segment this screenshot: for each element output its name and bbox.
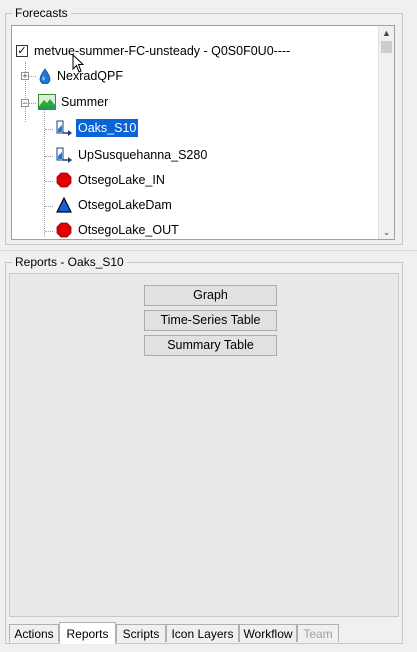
scroll-thumb[interactable] bbox=[381, 41, 392, 53]
droplet-icon bbox=[39, 68, 51, 84]
red-octagon-icon bbox=[56, 222, 72, 238]
forecasts-panel: Forecasts ✓ metvue-summer-FC-unsteady - … bbox=[5, 6, 403, 245]
collapse-icon[interactable]: − bbox=[21, 98, 29, 107]
tree-item-label: OtsegoLake_IN bbox=[78, 173, 165, 187]
tree-item-label: Oaks_S10 bbox=[76, 119, 139, 137]
tree-item-label: OtsegoLakeDam bbox=[78, 198, 172, 212]
reports-panel: Reports - Oaks_S10 Graph Time-Series Tab… bbox=[5, 255, 403, 644]
landscape-icon bbox=[38, 94, 56, 110]
tab-scripts[interactable]: Scripts bbox=[116, 624, 166, 642]
tree-vertical-scrollbar[interactable]: ▲ ⌄ bbox=[378, 26, 394, 239]
flow-gage-icon bbox=[56, 120, 72, 136]
tab-actions[interactable]: Actions bbox=[9, 624, 59, 642]
tree-item-otsegolake-out[interactable]: OtsegoLake_OUT bbox=[56, 221, 181, 239]
red-octagon-icon bbox=[56, 172, 72, 188]
tree-item-otsegolake-in[interactable]: OtsegoLake_IN bbox=[56, 171, 167, 189]
bottom-tab-bar: Actions Reports Scripts Icon Layers Work… bbox=[9, 622, 399, 644]
tree-connector bbox=[44, 107, 45, 237]
blue-triangle-icon bbox=[56, 197, 72, 213]
tree-connector bbox=[45, 231, 53, 232]
tree-connector bbox=[45, 156, 53, 157]
scroll-down-icon[interactable]: ⌄ bbox=[379, 225, 394, 239]
flow-gage-icon bbox=[56, 147, 72, 163]
tree-connector bbox=[45, 181, 53, 182]
forecasts-legend: Forecasts bbox=[12, 6, 71, 20]
tab-reports[interactable]: Reports bbox=[59, 622, 116, 644]
time-series-table-button[interactable]: Time-Series Table bbox=[144, 310, 277, 331]
tree-item-upsusquehanna-s280[interactable]: UpSusquehanna_S280 bbox=[54, 146, 209, 164]
expand-icon[interactable]: + bbox=[21, 71, 29, 80]
panel-divider[interactable] bbox=[0, 250, 417, 251]
checkbox-checked-icon[interactable]: ✓ bbox=[16, 45, 28, 57]
tree-connector bbox=[45, 129, 53, 130]
tree-item-oaks-s10[interactable]: Oaks_S10 bbox=[54, 119, 139, 137]
tab-icon-layers[interactable]: Icon Layers bbox=[166, 624, 239, 642]
tree-item-label: OtsegoLake_OUT bbox=[78, 223, 179, 237]
forecast-tree[interactable]: ✓ metvue-summer-FC-unsteady - Q0S0F0U0--… bbox=[11, 25, 395, 240]
tab-workflow[interactable]: Workflow bbox=[239, 624, 297, 642]
tree-item-label: UpSusquehanna_S280 bbox=[78, 148, 208, 162]
graph-button[interactable]: Graph bbox=[144, 285, 277, 306]
reports-content: Graph Time-Series Table Summary Table bbox=[9, 273, 399, 617]
tree-connector bbox=[45, 206, 53, 207]
scroll-up-icon[interactable]: ▲ bbox=[379, 26, 394, 40]
tree-item-label: Summer bbox=[61, 95, 109, 109]
tab-team: Team bbox=[297, 624, 339, 642]
tree-item-label: NexradQPF bbox=[57, 69, 123, 83]
tree-item-forecast-run[interactable]: ✓ metvue-summer-FC-unsteady - Q0S0F0U0--… bbox=[16, 42, 292, 60]
tree-item-summer[interactable]: Summer bbox=[38, 93, 110, 111]
summary-table-button[interactable]: Summary Table bbox=[144, 335, 277, 356]
reports-legend: Reports - Oaks_S10 bbox=[12, 255, 127, 269]
tree-item-nexradqpf[interactable]: NexradQPF bbox=[38, 67, 125, 85]
tree-item-otsegolakedam[interactable]: OtsegoLakeDam bbox=[56, 196, 174, 214]
